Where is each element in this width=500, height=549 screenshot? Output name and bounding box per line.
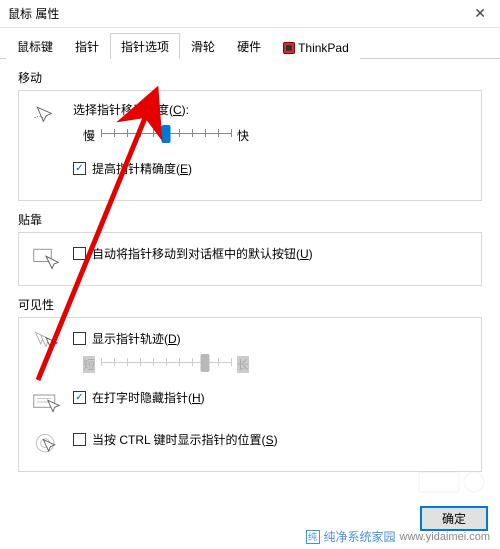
show-trails-checkbox[interactable] [73,332,86,345]
show-trails-label: 显示指针轨迹(D) [92,330,181,347]
slider-fast-label: 快 [237,127,249,144]
ctrl-locate-icon [31,429,61,459]
slider-long-label: 长 [237,356,249,373]
watermark-url: www.yidaimei.com [400,531,490,543]
watermark-logo-icon: 纯 [306,530,320,544]
window-title: 鼠标 属性 [8,5,468,22]
tab-pointer-options[interactable]: 指针选项 [110,33,180,59]
group-title-visibility: 可见性 [18,296,482,313]
auto-snap-label: 自动将指针移动到对话框中的默认按钮(U) [92,245,313,262]
tab-pointers[interactable]: 指针 [64,33,110,59]
tab-label: ThinkPad [298,41,349,55]
slider-slow-label: 慢 [83,127,95,144]
trails-icon [31,328,61,358]
pointer-speed-slider[interactable] [101,124,231,146]
auto-snap-checkbox[interactable] [73,247,86,260]
ctrl-locate-checkbox[interactable] [73,433,86,446]
hide-typing-label: 在打字时隐藏指针(H) [92,389,205,406]
group-title-snap: 贴靠 [18,211,482,228]
thinkpad-icon [283,42,295,54]
tab-label: 指针 [75,40,99,54]
trail-length-slider [101,353,231,375]
tab-label: 指针选项 [121,40,169,54]
group-title-motion: 移动 [18,69,482,86]
tab-strip: 鼠标键 指针 指针选项 滑轮 硬件 ThinkPad [0,28,500,59]
snap-icon [31,243,61,273]
motion-icon [31,101,61,131]
tab-label: 硬件 [237,40,261,54]
ok-button-label: 确定 [442,512,466,526]
tab-buttons[interactable]: 鼠标键 [6,33,64,59]
ctrl-locate-label: 当按 CTRL 键时显示指针的位置(S) [92,431,278,448]
tab-label: 滑轮 [191,40,215,54]
tab-label: 鼠标键 [17,40,53,54]
hide-typing-checkbox[interactable] [73,391,86,404]
watermark-faint-icon [414,467,494,497]
tab-hardware[interactable]: 硬件 [226,33,272,59]
close-icon[interactable]: ✕ [468,5,492,22]
spacer-icon [31,158,61,188]
hide-typing-icon [31,387,61,417]
enhance-precision-label: 提高指针精确度(E) [92,160,192,177]
tab-wheel[interactable]: 滑轮 [180,33,226,59]
enhance-precision-checkbox[interactable] [73,162,86,175]
watermark-brand: 纯 纯净系统家园 www.yidaimei.com [306,528,490,545]
watermark-brand-text: 纯净系统家园 [324,528,396,545]
tab-thinkpad[interactable]: ThinkPad [272,36,360,59]
pointer-speed-label: 选择指针移动速度(C): [73,101,469,118]
slider-short-label: 短 [83,356,95,373]
